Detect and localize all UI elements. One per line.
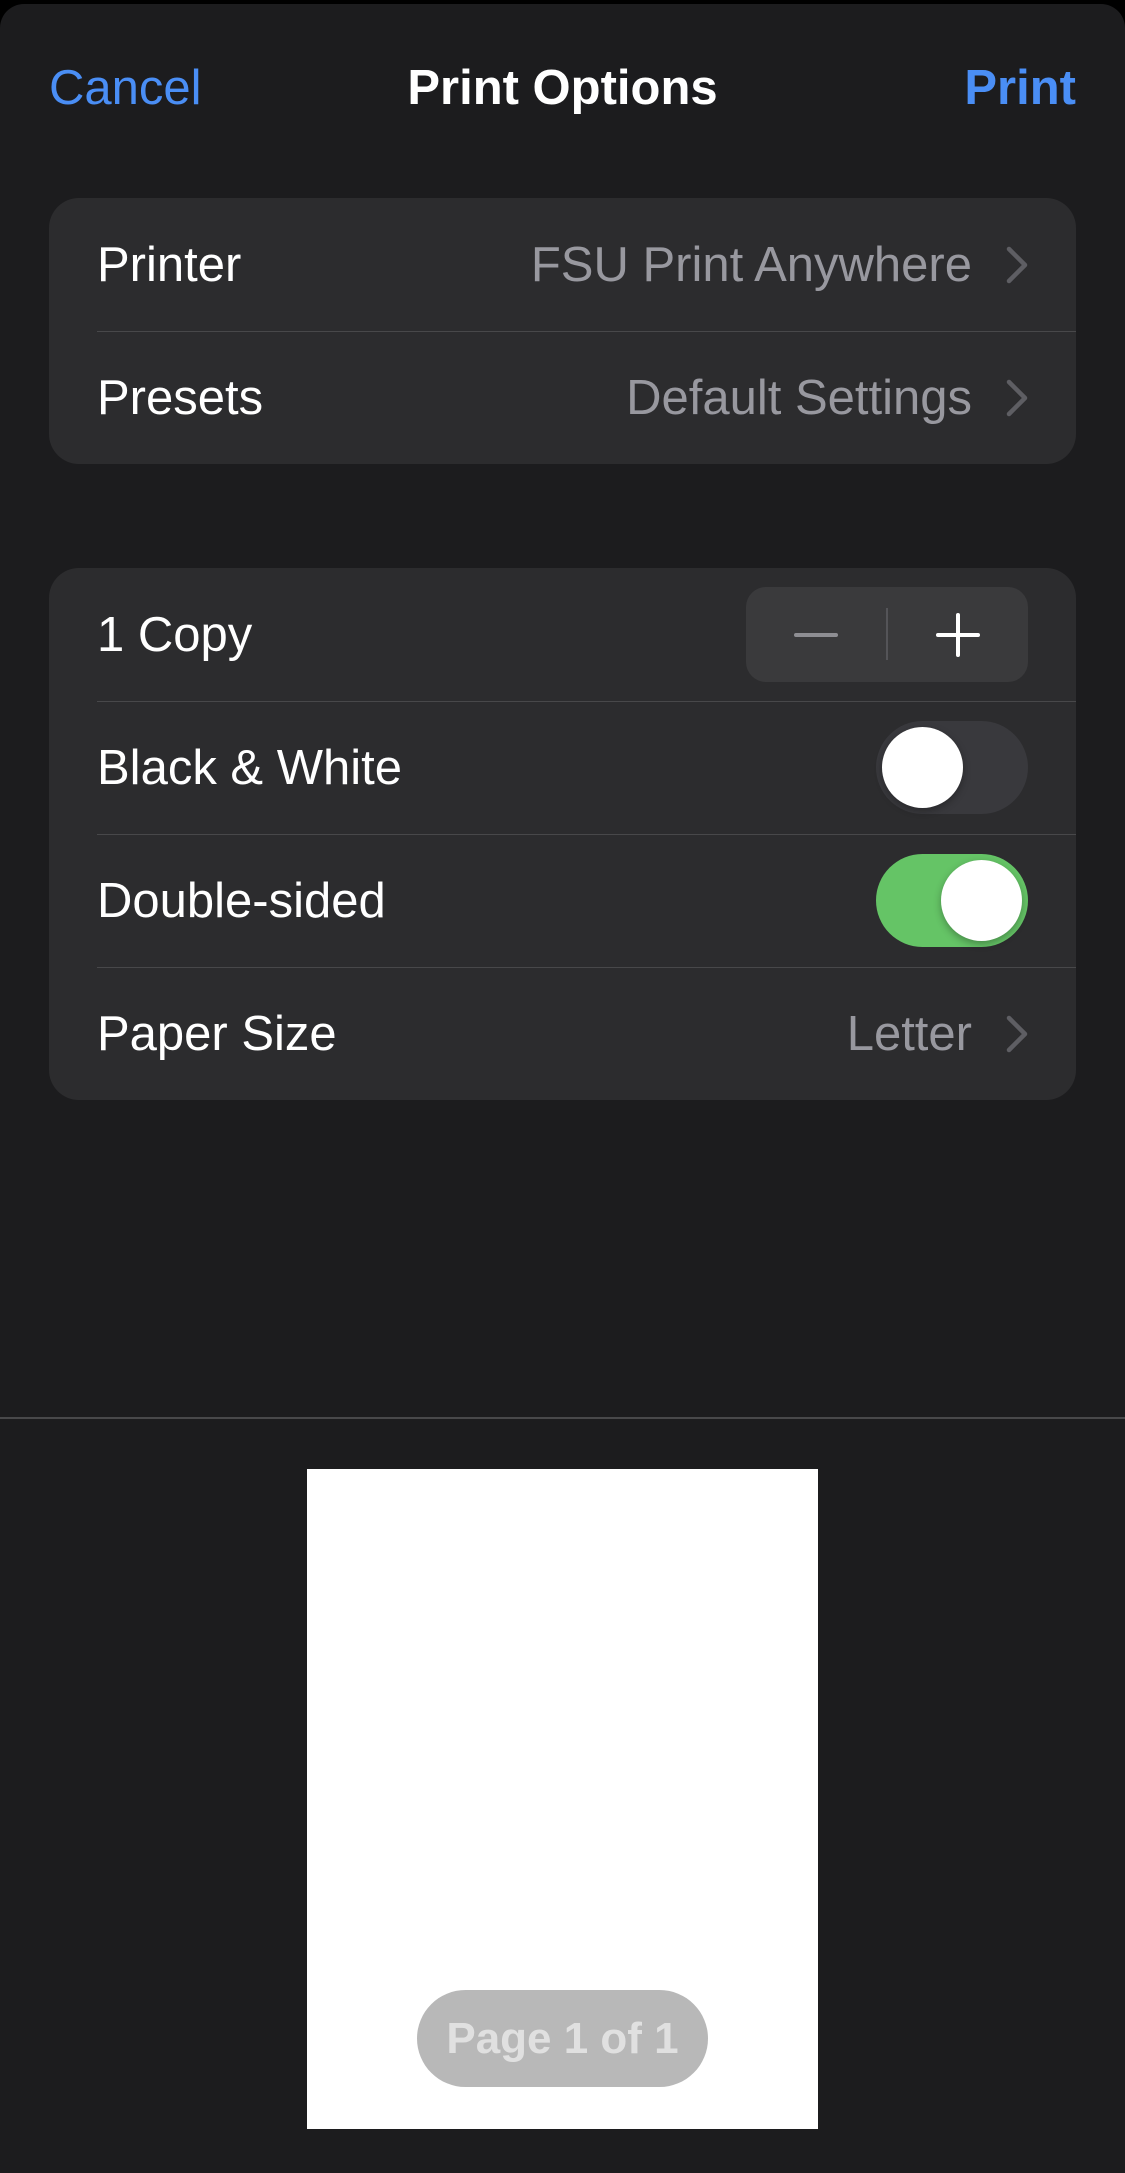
- printer-value: FSU Print Anywhere: [530, 237, 972, 292]
- page-preview[interactable]: Page 1 of 1: [307, 1469, 818, 2129]
- presets-row[interactable]: Presets Default Settings: [49, 331, 1076, 464]
- printer-row[interactable]: Printer FSU Print Anywhere: [49, 198, 1076, 331]
- print-options-group: 1 Copy Black & White Double-sided Paper …: [49, 568, 1076, 1100]
- paper-size-label: Paper Size: [97, 1006, 337, 1061]
- printer-label: Printer: [97, 237, 242, 292]
- printer-settings-group: Printer FSU Print Anywhere Presets Defau…: [49, 198, 1076, 464]
- double-sided-label: Double-sided: [97, 873, 386, 928]
- presets-value: Default Settings: [626, 370, 972, 425]
- toggle-knob: [882, 727, 963, 808]
- chevron-right-icon: [1006, 1015, 1028, 1052]
- plus-icon: [936, 612, 980, 657]
- decrement-copies-button[interactable]: [746, 587, 886, 682]
- print-options-sheet: Cancel Print Options Print Printer FSU P…: [0, 4, 1125, 2173]
- copies-stepper: [746, 587, 1028, 682]
- paper-size-row[interactable]: Paper Size Letter: [49, 967, 1076, 1100]
- copies-label: 1 Copy: [97, 607, 253, 662]
- toggle-knob: [941, 860, 1022, 941]
- copies-row: 1 Copy: [49, 568, 1076, 701]
- black-white-row: Black & White: [49, 701, 1076, 834]
- minus-icon: [794, 632, 838, 637]
- chevron-right-icon: [1006, 246, 1028, 283]
- paper-size-value: Letter: [846, 1006, 972, 1061]
- black-white-label: Black & White: [97, 740, 402, 795]
- double-sided-toggle[interactable]: [876, 854, 1028, 947]
- double-sided-row: Double-sided: [49, 834, 1076, 967]
- navigation-bar: Cancel Print Options Print: [0, 4, 1125, 174]
- cancel-button[interactable]: Cancel: [49, 60, 202, 116]
- print-button[interactable]: Print: [964, 60, 1076, 116]
- page-indicator: Page 1 of 1: [417, 1990, 708, 2087]
- chevron-right-icon: [1006, 379, 1028, 416]
- preview-divider: [0, 1417, 1125, 1419]
- presets-label: Presets: [97, 370, 264, 425]
- black-white-toggle[interactable]: [876, 721, 1028, 814]
- increment-copies-button[interactable]: [888, 587, 1028, 682]
